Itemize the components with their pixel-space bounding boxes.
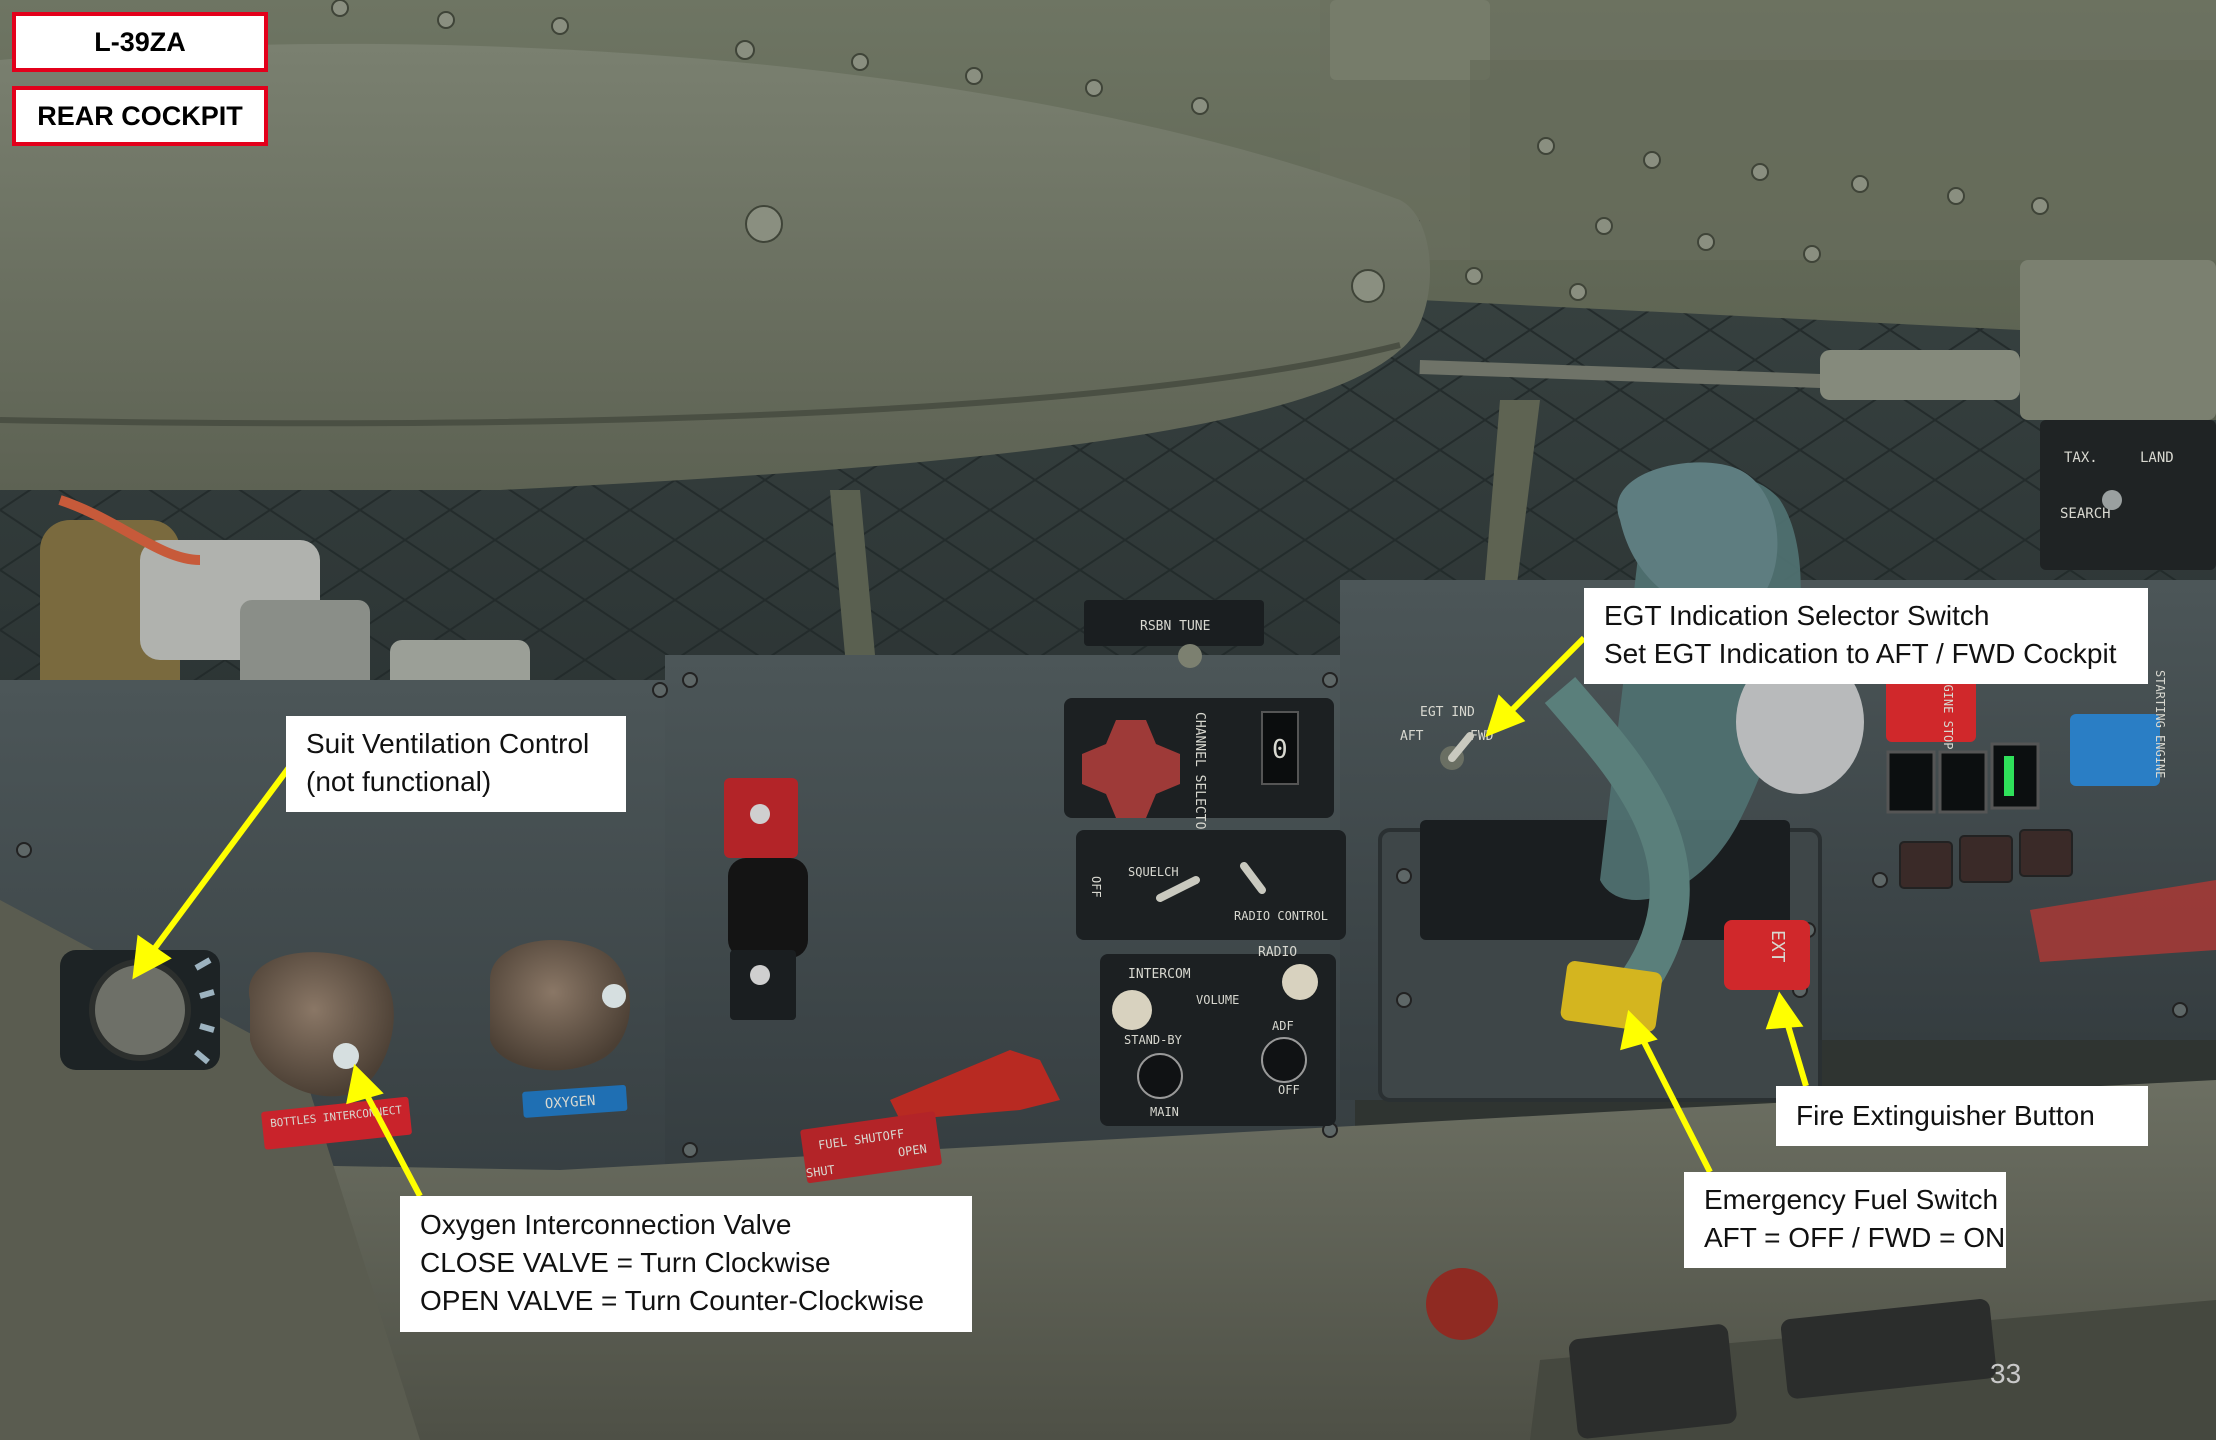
canopy-release-knob[interactable]: [1426, 1268, 1498, 1340]
suit-ventilation-knob[interactable]: [89, 959, 191, 1061]
emergency-fuel-line-1: Emergency Fuel Switch: [1704, 1184, 1999, 1215]
engine-switch-3[interactable]: [2019, 829, 2073, 877]
radio-control-label: RADIO CONTROL: [1234, 909, 1328, 923]
adf-off-label: OFF: [1278, 1083, 1300, 1097]
toggle-switch-lower[interactable]: [750, 965, 770, 985]
suit-ventilation-line-1: Suit Ventilation Control: [306, 728, 590, 759]
rsbn-tune-knob[interactable]: [1178, 644, 1202, 668]
starting-engine-button[interactable]: [2070, 714, 2160, 786]
adf-off-selector[interactable]: [1261, 1037, 1307, 1083]
squelch-off-label: OFF: [1089, 876, 1103, 898]
oxygen-valve-line-3: OPEN VALVE = Turn Counter-Clockwise: [420, 1285, 924, 1316]
intercom-volume-knob[interactable]: [1112, 990, 1152, 1030]
standby-main-selector[interactable]: [1137, 1053, 1183, 1099]
engine-switch-2[interactable]: [1959, 835, 2013, 883]
search-label: SEARCH: [2060, 506, 2111, 522]
light-switch-panel: [2040, 420, 2216, 570]
egt-selector-line-2: Set EGT Indication to AFT / FWD Cockpit: [1604, 638, 2117, 669]
fire-extinguisher-button[interactable]: [1724, 920, 1810, 990]
oxygen-valve-line-2: CLOSE VALVE = Turn Clockwise: [420, 1247, 831, 1278]
adf-label: ADF: [1272, 1019, 1294, 1033]
ext-label: EXT: [1767, 930, 1788, 963]
channel-digit: 0: [1272, 735, 1288, 765]
egt-selector-line-1: EGT Indication Selector Switch: [1604, 600, 1990, 631]
channel-selector-label: CHANNEL SELECTOR: [1192, 712, 1207, 837]
main-label: MAIN: [1150, 1105, 1179, 1119]
intercom-label: INTERCOM: [1128, 967, 1191, 982]
aircraft-title: L-39ZA: [12, 12, 268, 72]
engine-indicator-light: [2004, 756, 2014, 796]
page-number: 33: [1990, 1358, 2022, 1389]
squelch-label: SQUELCH: [1128, 865, 1179, 879]
radio-control-panel: [1076, 830, 1346, 940]
landing-light-switch[interactable]: [2102, 490, 2122, 510]
emergency-fuel-line-2: AFT = OFF / FWD = ON: [1704, 1222, 2006, 1253]
fire-extinguisher-line-1: Fire Extinguisher Button: [1796, 1100, 2095, 1131]
starting-engine-label: STARTING ENGINE: [2153, 670, 2167, 778]
suit-ventilation-callout: Suit Ventilation Control (not functional…: [286, 716, 626, 812]
land-label: LAND: [2140, 450, 2174, 466]
tax-label: TAX.: [2064, 450, 2098, 466]
suit-ventilation-line-2: (not functional): [306, 766, 492, 797]
oxygen-valve-callout: Oxygen Interconnection Valve CLOSE VALVE…: [400, 1196, 972, 1332]
engine-switch-1[interactable]: [1899, 841, 1953, 889]
section-title: REAR COCKPIT: [12, 86, 268, 146]
egt-selector-callout: EGT Indication Selector Switch Set EGT I…: [1584, 588, 2148, 684]
rsbn-tune-label: RSBN TUNE: [1140, 619, 1210, 634]
guarded-toggle-switch[interactable]: [750, 804, 770, 824]
radio-volume-knob[interactable]: [1282, 964, 1318, 1000]
volume-label: VOLUME: [1196, 993, 1239, 1007]
egt-aft-label: AFT: [1400, 729, 1424, 744]
stand-by-label: STAND-BY: [1124, 1033, 1183, 1047]
fire-extinguisher-callout: Fire Extinguisher Button: [1776, 1086, 2148, 1146]
egt-ind-label: EGT IND: [1420, 705, 1475, 720]
oxygen-valve-line-1: Oxygen Interconnection Valve: [420, 1209, 792, 1240]
radio-label: RADIO: [1258, 945, 1297, 960]
emergency-fuel-callout: Emergency Fuel Switch AFT = OFF / FWD = …: [1684, 1172, 2006, 1268]
